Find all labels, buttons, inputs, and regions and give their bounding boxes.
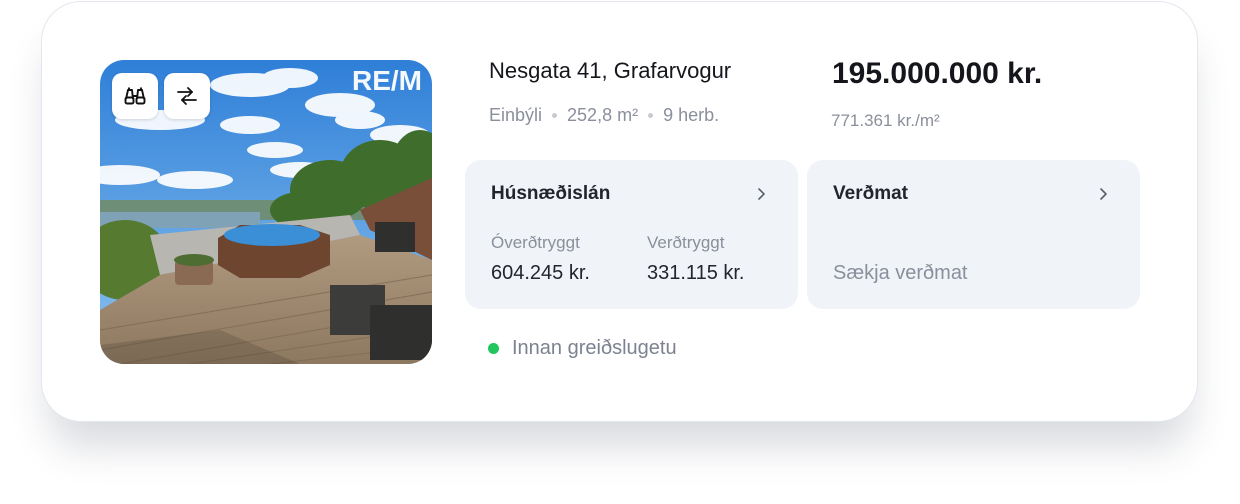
property-size: 252,8 m² xyxy=(567,105,639,125)
listing-price: 195.000.000 kr. xyxy=(832,57,1043,90)
separator-dot xyxy=(552,113,558,118)
binoculars-icon xyxy=(124,87,146,105)
property-type: Einbýli xyxy=(489,105,543,125)
svg-text:RE/M: RE/M xyxy=(352,65,422,96)
valuation-panel[interactable]: Verðmat Sækja verðmat xyxy=(807,160,1140,309)
mortgage-panel[interactable]: Húsnæðislán Óverðtryggt 604.245 kr. Verð… xyxy=(465,160,798,309)
status-indicator-dot xyxy=(488,343,499,354)
compare-button[interactable] xyxy=(164,73,210,119)
fetch-valuation-link[interactable]: Sækja verðmat xyxy=(833,262,968,285)
non-indexed-label: Óverðtryggt xyxy=(491,233,580,252)
binoculars-button[interactable] xyxy=(112,73,158,119)
compare-arrows-icon xyxy=(177,87,197,105)
chevron-right-icon xyxy=(1100,188,1107,200)
affordability-text: Innan greiðslugetu xyxy=(512,337,677,359)
valuation-panel-title: Verðmat xyxy=(833,183,908,204)
property-rooms: 9 herb. xyxy=(663,105,720,125)
price-per-sqm: 771.361 kr./m² xyxy=(831,111,940,130)
separator-dot xyxy=(648,113,654,118)
indexed-label: Verðtryggt xyxy=(647,233,725,252)
listing-specs: Einbýli 252,8 m² 9 herb. xyxy=(489,105,719,126)
indexed-payment: 331.115 kr. xyxy=(647,262,745,284)
property-photo[interactable]: RE/M xyxy=(100,60,432,364)
listing-address[interactable]: Nesgata 41, Grafarvogur xyxy=(489,58,731,84)
affordability-status: Innan greiðslugetu xyxy=(488,337,677,360)
chevron-right-icon xyxy=(758,188,765,200)
mortgage-panel-title: Húsnæðislán xyxy=(491,183,611,204)
non-indexed-payment: 604.245 kr. xyxy=(491,262,590,284)
